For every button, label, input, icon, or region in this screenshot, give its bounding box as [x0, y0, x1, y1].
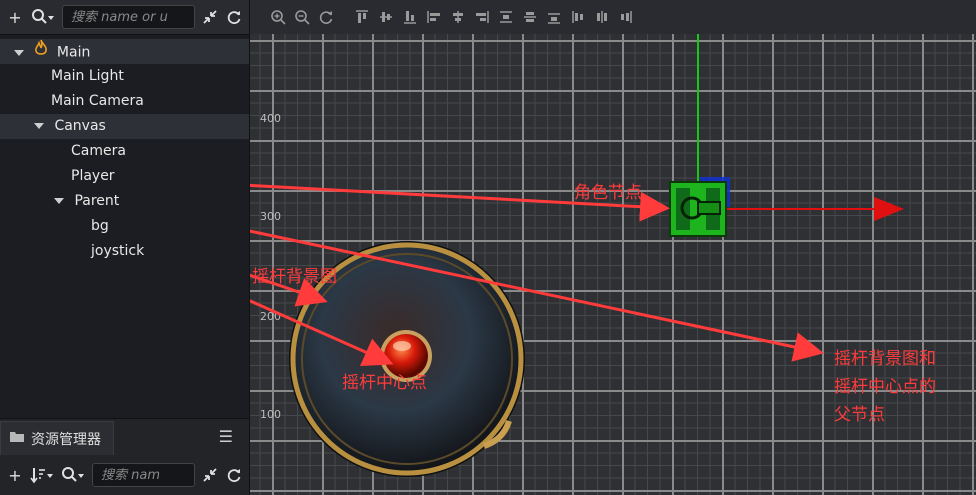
search-filter-icon[interactable] [30, 8, 56, 26]
tree-node-player[interactable]: Player [0, 164, 249, 189]
tree-node-parent[interactable]: Parent [0, 189, 249, 214]
tree-node-label: Parent [74, 193, 120, 209]
refresh-icon[interactable] [225, 466, 243, 484]
hierarchy-panel: + 搜索 name or u Main Main Light Main Came… [0, 0, 250, 495]
tree-node-label: joystick [91, 243, 145, 259]
annotation-joystick: 摇杆中心点 [342, 373, 427, 393]
tree-node-label: Main Light [51, 68, 124, 84]
collapse-icon[interactable] [201, 8, 219, 26]
add-icon[interactable]: + [6, 466, 24, 485]
annotation-parent-line3: 父节点 [834, 405, 885, 425]
annotation-parent-line2: 摇杆中心点的 [834, 377, 936, 397]
tree-node-label: Main [56, 44, 91, 61]
tree-node-label: bg [91, 218, 109, 234]
hierarchy-toolbar: + 搜索 name or u [0, 0, 249, 35]
assets-tab[interactable]: 资源管理器 [0, 421, 114, 455]
expand-arrow-icon[interactable] [34, 123, 44, 129]
flame-icon [34, 39, 48, 66]
tree-node-label: Main Camera [51, 93, 144, 109]
scene-view[interactable]: 400 300 200 100 角色节点 摇杆背景图 摇杆中心点 摇杆背景图和 … [250, 0, 976, 495]
tree-node-label: Canvas [54, 118, 106, 134]
expand-arrow-icon[interactable] [54, 198, 64, 204]
sort-icon[interactable] [30, 466, 54, 484]
annotation-parent-line1: 摇杆背景图和 [834, 349, 936, 369]
tree-node-canvas[interactable]: Canvas [0, 114, 249, 139]
assets-search-input[interactable]: 搜索 nam [92, 463, 195, 487]
tree-node-main-light[interactable]: Main Light [0, 64, 249, 89]
tree-node-label: Player [71, 168, 115, 184]
tree-node-main-camera[interactable]: Main Camera [0, 89, 249, 114]
tree-node-label: Camera [71, 143, 126, 159]
hierarchy-search-input[interactable]: 搜索 name or u [62, 5, 195, 29]
assets-toolbar: + 搜索 nam [0, 455, 249, 495]
add-icon[interactable]: + [6, 8, 24, 27]
annotation-player: 角色节点 [574, 183, 642, 203]
annotation-bg: 摇杆背景图 [252, 267, 337, 287]
collapse-icon[interactable] [201, 466, 219, 484]
assets-tab-label: 资源管理器 [31, 431, 101, 448]
tree-node-main[interactable]: Main [0, 39, 249, 64]
search-filter-icon[interactable] [60, 466, 86, 484]
menu-icon[interactable]: ☰ [219, 427, 233, 446]
refresh-icon[interactable] [225, 8, 243, 26]
tree-node-joystick[interactable]: joystick [0, 239, 249, 264]
node-tree: Main Main Light Main Camera Canvas Camer… [0, 39, 249, 264]
tree-node-camera[interactable]: Camera [0, 139, 249, 164]
expand-arrow-icon[interactable] [14, 49, 24, 56]
folder-icon [9, 430, 25, 447]
assets-panel-header: 资源管理器 ☰ [0, 418, 249, 455]
tree-node-bg[interactable]: bg [0, 214, 249, 239]
